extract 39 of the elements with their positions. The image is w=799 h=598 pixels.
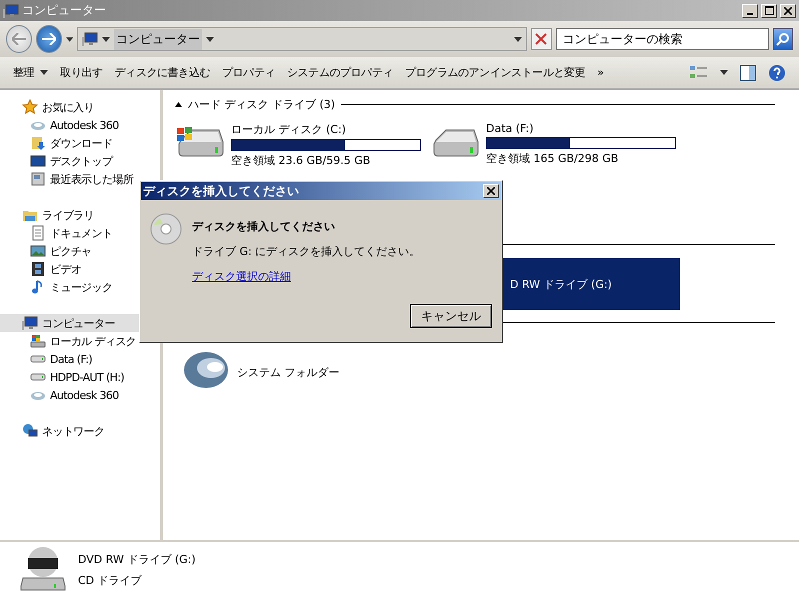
nav-item[interactable]: ライブラリ	[0, 206, 160, 224]
drive-tile[interactable]: Data (F:) 空き領域 165 GB/298 GB	[430, 122, 685, 172]
toolbar-button[interactable]: プログラムのアンインストールと変更	[400, 61, 590, 84]
nav-item[interactable]: ピクチャ	[0, 242, 160, 260]
nav-item[interactable]: デスクトップ	[0, 152, 160, 170]
toolbar-button[interactable]: 整理	[8, 61, 54, 84]
nav-item[interactable]: ダウンロード	[0, 134, 160, 152]
nav-item[interactable]: ドキュメント	[0, 224, 160, 242]
breadcrumb[interactable]: コンピューター	[114, 28, 202, 50]
nav-item[interactable]: ビデオ	[0, 260, 160, 278]
drive-tile[interactable]: ローカル ディスク (C:) 空き領域 23.6 GB/59.5 GB	[175, 122, 430, 172]
nav-item[interactable]: ローカル ディスク	[0, 332, 160, 350]
toolbar-button[interactable]: ディスクに書き込む	[110, 61, 216, 84]
nav-item[interactable]: Autodesk 360	[0, 386, 160, 404]
dialog-title: ディスクを挿入してください	[143, 182, 300, 200]
search-field[interactable]: コンピューターの検索	[556, 28, 769, 50]
free-space: 空き領域 165 GB/298 GB	[486, 151, 620, 166]
drive-name: DVD RW ドライブ (G:)	[78, 552, 196, 567]
drive-name: ローカル ディスク (C:)	[231, 122, 347, 137]
nav-item[interactable]: HDPD-AUT (H:)	[0, 368, 160, 386]
nav-item[interactable]: ミュージック	[0, 278, 160, 296]
toolbar-button[interactable]: プロパティ	[217, 61, 280, 84]
dialog-heading: ディスクを挿入してください	[192, 219, 336, 234]
nav-item[interactable]: Data (F:)	[0, 350, 160, 368]
address-bar[interactable]: コンピューター	[77, 27, 528, 51]
nav-item[interactable]: ネットワーク	[0, 422, 160, 440]
drive-type: CD ドライブ	[78, 573, 143, 588]
cancel-button[interactable]: キャンセル	[410, 304, 492, 328]
nav-item[interactable]: Autodesk 360	[0, 116, 160, 134]
nav-item[interactable]: お気に入り	[0, 98, 160, 116]
dialog-message: ドライブ G: にディスクを挿入してください。	[192, 244, 422, 259]
folder-type: システム フォルダー	[237, 365, 340, 380]
toolbar-button[interactable]: »	[592, 62, 609, 83]
toolbar-button[interactable]: システムのプロパティ	[282, 61, 398, 84]
window-title: コンピューター	[22, 2, 107, 19]
section-title: ハード ディスク ドライブ (3)	[188, 96, 336, 112]
free-space: 空き領域 23.6 GB/59.5 GB	[231, 153, 372, 168]
drive-name: Data (F:)	[486, 122, 535, 135]
toolbar-button[interactable]: 取り出す	[55, 61, 108, 84]
